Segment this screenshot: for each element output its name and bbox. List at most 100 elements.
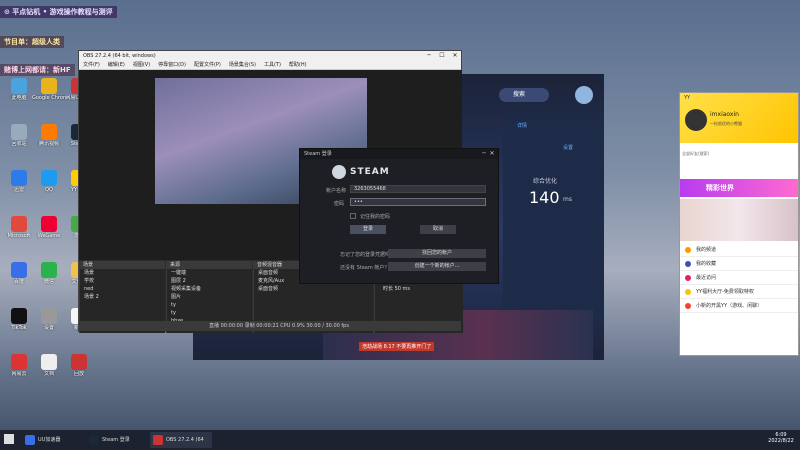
menu-item[interactable]: 帮助(H) <box>289 62 307 68</box>
remember-checkbox[interactable] <box>350 213 356 219</box>
source-item[interactable]: ty <box>167 301 252 309</box>
desktop-icon[interactable]: 微信 <box>32 262 66 285</box>
yy-list-item[interactable]: 我的收藏 <box>680 257 798 271</box>
remember-label: 记住我的密码 <box>360 214 391 220</box>
start-icon[interactable] <box>4 434 14 444</box>
yy-subtitle: 一粒很优的小熊猫 <box>710 121 742 126</box>
avatar[interactable] <box>685 109 707 131</box>
desktop-icon[interactable]: Microsoft <box>2 216 36 239</box>
desktop-icon[interactable]: 回收站 <box>2 124 36 147</box>
taskbar-item-label: UU加速器 <box>38 437 61 443</box>
yy-header: YY imxiaoxin 一粒很优的小熊猫 <box>680 93 798 143</box>
yy-brand: YY <box>684 95 691 101</box>
scene-item[interactable]: 场景 2 <box>80 293 165 301</box>
source-item[interactable]: 图片 <box>167 293 252 301</box>
menu-item[interactable]: 文件(F) <box>83 62 100 68</box>
yy-banner[interactable]: 精彩世界 <box>680 179 798 197</box>
desktop-icon[interactable]: 文档 <box>32 354 66 377</box>
scene-item[interactable]: 学校 <box>80 277 165 285</box>
list-icon <box>685 303 691 309</box>
password-field[interactable]: ••• <box>350 198 486 206</box>
mixer-track[interactable]: 桌面音频 <box>254 285 373 293</box>
source-item[interactable]: ty <box>167 309 252 317</box>
clock: 6:09 2022/8/22 <box>764 432 798 444</box>
taskbar-item[interactable]: OBS 27.2.4 (64 bi... <box>150 432 212 448</box>
desktop-icon[interactable]: 网易云 <box>2 354 36 377</box>
desktop-icon[interactable]: WeGame <box>32 216 66 239</box>
yy-item-label: 我的收藏 <box>696 261 717 267</box>
tab-settings[interactable]: 设置 <box>563 144 573 151</box>
yy-banner-image[interactable] <box>680 199 798 241</box>
duration-value[interactable]: 50 ms <box>395 286 410 292</box>
avatar[interactable] <box>575 86 593 104</box>
minimize-icon[interactable]: ─ <box>423 51 435 61</box>
close-icon[interactable]: ✕ <box>486 149 498 159</box>
taskbar-item[interactable]: UU加速器 <box>22 432 84 448</box>
list-icon <box>685 247 691 253</box>
account-field[interactable]: 3263055468 <box>350 185 486 193</box>
desktop-icon[interactable]: 回放 <box>62 354 96 377</box>
desktop-icon[interactable]: QQ <box>32 170 66 193</box>
duration-label: 时长 <box>383 286 394 292</box>
account-label: 帐户名称 <box>326 188 347 194</box>
desktop-icon-label: 微信 <box>43 279 54 285</box>
yy-list-item[interactable]: 最近访问 <box>680 271 798 285</box>
login-button[interactable]: 登录 <box>350 225 386 234</box>
yy-item-label: YY福利大厅-免费领取特权 <box>696 289 754 295</box>
desktop-icon[interactable]: 百度 <box>2 262 36 285</box>
yy-panel[interactable]: YY imxiaoxin 一粒很优的小熊猫 全部好友(搜索) 精彩世界 我的频道… <box>679 92 799 356</box>
taskbar-item-label: OBS 27.2.4 (64 bi... <box>166 437 204 443</box>
forgot-label: 忘记了您的登录凭据吗？ <box>340 252 396 258</box>
yy-item-label: 最近访问 <box>696 275 717 281</box>
sources-header: 来源 <box>167 261 252 269</box>
desktop-icon[interactable]: 迅雷 <box>2 170 36 193</box>
uu-search-input[interactable]: 搜索 <box>499 88 549 102</box>
source-item[interactable]: 一键端 <box>167 269 252 277</box>
menu-item[interactable]: 配置文件(P) <box>194 62 221 68</box>
desktop-icon-label: 文档 <box>43 371 54 377</box>
menu-item[interactable]: 工具(T) <box>264 62 281 68</box>
cancel-button[interactable]: 取消 <box>420 225 456 234</box>
yy-search[interactable]: 全部好友(搜索) <box>682 151 709 157</box>
app-icon <box>11 170 27 186</box>
scene-item[interactable]: 场景 <box>80 269 165 277</box>
app-icon <box>41 216 57 232</box>
create-account-button[interactable]: 创建一个新的帐户... <box>388 262 486 271</box>
app-icon <box>41 170 57 186</box>
app-icon <box>11 308 27 324</box>
desktop-icon[interactable]: 腾讯视频 <box>32 124 66 147</box>
maximize-icon[interactable]: ☐ <box>436 51 448 61</box>
desktop-icon-label: 百度 <box>13 279 24 285</box>
stream-overlay-line-2: 节目单：超级人类 <box>0 36 64 48</box>
app-icon <box>41 124 57 140</box>
app-icon <box>89 435 99 445</box>
menu-item[interactable]: 视图(V) <box>133 62 150 68</box>
forgot-button[interactable]: 找回您的帐户 <box>388 249 486 258</box>
desktop-icon[interactable]: TikTok <box>2 308 36 331</box>
tab-detail[interactable]: 详情 <box>517 122 527 129</box>
desktop-icon[interactable]: Google Chrome <box>32 78 66 101</box>
desktop-icon-label: QQ <box>45 187 53 193</box>
yy-list-item[interactable]: YY福利大厅-免费领取特权 <box>680 285 798 299</box>
close-icon[interactable]: ✕ <box>449 51 461 61</box>
app-icon <box>153 435 163 445</box>
yy-item-label: 小新的开黑YY（游戏、闲聊） <box>696 303 763 309</box>
app-icon <box>11 216 27 232</box>
desktop-icon[interactable]: 设置 <box>32 308 66 331</box>
yy-list-item[interactable]: 我的频道 <box>680 243 798 257</box>
menu-item[interactable]: 停靠窗口(D) <box>158 62 186 68</box>
menu-item[interactable]: 编辑(E) <box>108 62 125 68</box>
desktop-icon-label: 此电脑 <box>11 95 27 101</box>
steam-login-dialog[interactable]: Steam 登录 ─ ✕ STEAM 帐户名称 3263055468 密码 ••… <box>299 148 499 284</box>
desktop-icon[interactable]: 此电脑 <box>2 78 36 101</box>
obs-menubar: 文件(F) 编辑(E) 视图(V) 停靠窗口(D) 配置文件(P) 场景集合(S) 工具(T… <box>79 61 461 70</box>
source-item[interactable]: 图层 2 <box>167 277 252 285</box>
taskbar-item[interactable]: Steam 登录 <box>86 432 148 448</box>
list-icon <box>685 289 691 295</box>
source-item[interactable]: 视频采集设备 <box>167 285 252 293</box>
scene-item[interactable]: ned <box>80 285 165 293</box>
obs-title: OBS 27.2.4 (64 bit, windows) <box>83 53 156 59</box>
menu-item[interactable]: 场景集合(S) <box>229 62 256 68</box>
yy-list-item[interactable]: 小新的开黑YY（游戏、闲聊） <box>680 299 798 313</box>
yy-username: imxiaoxin <box>710 111 739 118</box>
